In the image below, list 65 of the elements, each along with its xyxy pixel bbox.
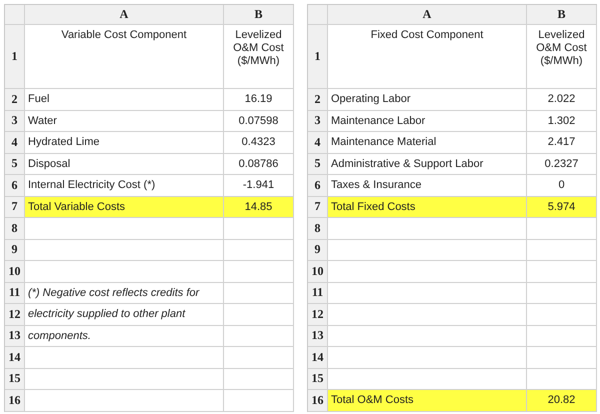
row-header[interactable]: 7 [5,196,25,218]
row-header[interactable]: 7 [308,196,328,218]
row-header[interactable]: 13 [308,326,328,347]
row-header[interactable]: 8 [5,218,25,240]
table-cell: Total Variable Costs [25,196,224,218]
table-cell: Levelized O&M Cost ($/MWh) [527,25,597,89]
row-header[interactable]: 8 [308,218,328,240]
table-cell: Disposal [25,154,224,175]
row-header[interactable]: 1 [308,25,328,89]
table-cell: Operating Labor [328,89,527,110]
row-header[interactable]: 3 [308,110,328,132]
row-header[interactable]: 5 [308,154,328,175]
row-header[interactable]: 13 [5,326,25,347]
table-cell: Fixed Cost Component [328,25,527,89]
column-header[interactable]: B [224,5,294,25]
table-cell: 0.07598 [224,110,294,132]
row-header[interactable]: 4 [5,132,25,154]
row-header[interactable]: 15 [308,368,328,390]
table-cell: 0.4323 [224,132,294,154]
row-header[interactable]: 11 [5,282,25,304]
table-cell: Maintenance Material [328,132,527,154]
row-header[interactable]: 10 [308,261,328,282]
row-header[interactable]: 6 [5,175,25,196]
table-cell: 14.85 [224,196,294,218]
row-header[interactable]: 9 [308,240,328,261]
table-cell: 2.417 [527,132,597,154]
table-cell: Maintenance Labor [328,110,527,132]
table-cell: 5.974 [527,196,597,218]
row-header[interactable]: 14 [308,347,328,368]
table-cell: components. [25,326,224,347]
row-header[interactable]: 3 [5,110,25,132]
row-header[interactable]: 2 [5,89,25,110]
table-cell: Hydrated Lime [25,132,224,154]
table-cell: Administrative & Support Labor [328,154,527,175]
table-cell: 1.302 [527,110,597,132]
table-cell: electricity supplied to other plant [25,304,224,326]
column-header[interactable]: B [527,5,597,25]
table-cell: Total O&M Costs [328,390,527,412]
row-header[interactable]: 9 [5,240,25,261]
row-header[interactable]: 5 [5,154,25,175]
table-cell: 0.2327 [527,154,597,175]
row-header[interactable]: 15 [5,368,25,390]
row-header[interactable]: 16 [308,390,328,412]
row-header[interactable]: 6 [308,175,328,196]
column-header[interactable]: A [25,5,224,25]
table-cell: 2.022 [527,89,597,110]
row-header[interactable]: 12 [308,304,328,326]
table-cell: 0.08786 [224,154,294,175]
table-cell: 20.82 [527,390,597,412]
row-header[interactable]: 11 [308,282,328,304]
row-header[interactable]: 2 [308,89,328,110]
column-header[interactable]: A [328,5,527,25]
row-header[interactable]: 4 [308,132,328,154]
table-cell: Water [25,110,224,132]
table-cell: Total Fixed Costs [328,196,527,218]
row-header[interactable]: 10 [5,261,25,282]
table-cell: Variable Cost Component [25,25,224,89]
row-header[interactable]: 14 [5,347,25,368]
row-header[interactable]: 1 [5,25,25,89]
table-cell: (*) Negative cost reflects credits for [25,282,224,304]
table-cell: Fuel [25,89,224,110]
table-cell: 16.19 [224,89,294,110]
row-header[interactable]: 16 [5,390,25,412]
table-cell: Levelized O&M Cost ($/MWh) [224,25,294,89]
row-header[interactable]: 12 [5,304,25,326]
